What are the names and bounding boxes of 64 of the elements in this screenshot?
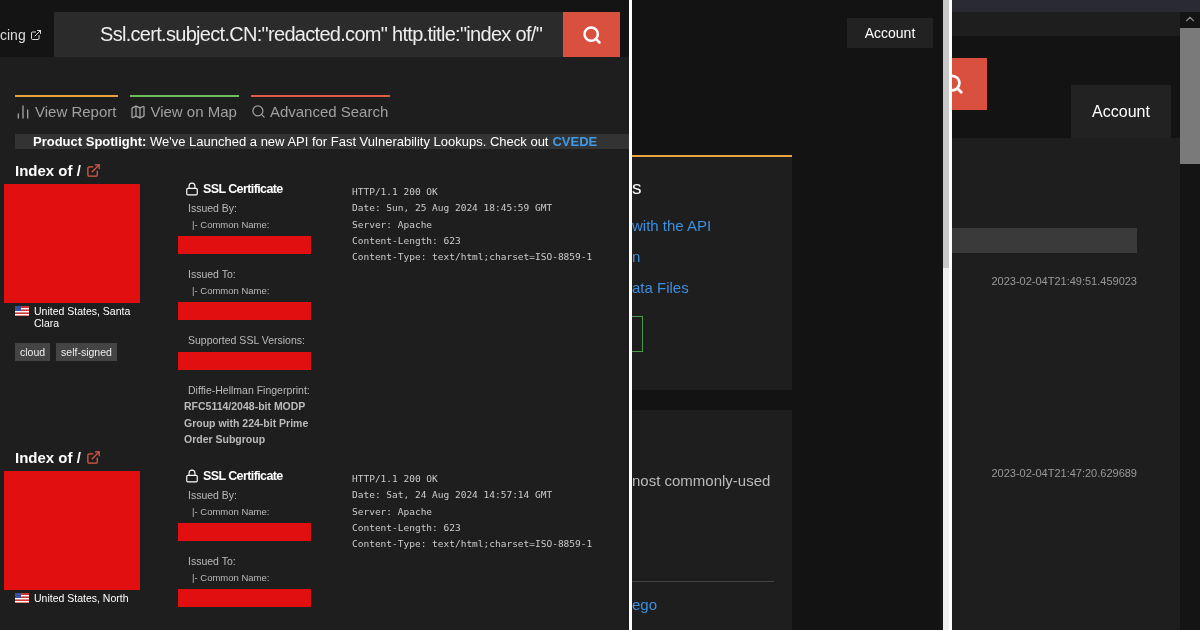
- header-line: Content-Length: 623: [352, 520, 462, 535]
- field-label: Issued To:: [188, 555, 237, 568]
- card-link[interactable]: n: [632, 248, 792, 265]
- card-heading: s: [632, 177, 643, 199]
- account-button[interactable]: Account: [847, 18, 933, 48]
- header-line: Server: Apache: [352, 504, 434, 519]
- flag-icon: [15, 593, 29, 604]
- section-heading: SSL Certificate: [203, 182, 283, 197]
- scroll-thumb[interactable]: [1180, 28, 1200, 164]
- field-label: Issued By:: [188, 202, 239, 215]
- field-label: Issued By:: [188, 489, 239, 502]
- tab[interactable]: View on Map: [130, 95, 239, 120]
- section-heading: SSL Certificate: [203, 469, 283, 484]
- location-text: United States, Santa Clara: [34, 305, 132, 330]
- search-icon: [250, 104, 266, 119]
- nav-link[interactable]: cing: [0, 12, 54, 57]
- search-field[interactable]: Ssl.cert.subject.CN:"redacted.com" http.title:"index of/": [54, 12, 563, 57]
- card-link[interactable]: with the API: [632, 217, 792, 234]
- search-button[interactable]: [563, 12, 620, 57]
- scrollbar[interactable]: [1180, 12, 1200, 630]
- field-label: |- Common Name:: [192, 285, 271, 297]
- header-line: Server: Apache: [352, 217, 434, 232]
- location-text: United States, North: [34, 592, 129, 605]
- card-text: nost commonly-used: [632, 472, 772, 489]
- field-value: RFC5114/2048-bit MODP Group with 224-bit Prime Order Subgroup: [184, 399, 310, 448]
- header-line: HTTP/1.1 200 OK: [352, 472, 439, 487]
- field-label: |- Common Name:: [192, 572, 271, 584]
- lock-icon: [185, 182, 199, 197]
- tag[interactable]: self-signed: [56, 343, 117, 362]
- field-label: |- Common Name:: [192, 219, 271, 231]
- timestamp: 2023-02-04T21:49:51.459023: [990, 275, 1137, 287]
- scroll-thumb[interactable]: [943, 0, 949, 268]
- external-link-icon: [29, 28, 42, 41]
- map-icon: [130, 103, 147, 120]
- chart-icon: [15, 103, 31, 120]
- search-button[interactable]: [952, 58, 987, 110]
- outline-button[interactable]: [632, 316, 643, 352]
- field-label: Issued To:: [188, 268, 237, 281]
- field-label: Supported SSL Versions:: [188, 334, 306, 347]
- header-line: Content-Type: text/html;charset=ISO-8859-1: [352, 250, 594, 264]
- field-label: Diffie-Hellman Fingerprint:: [188, 384, 311, 397]
- header-line: HTTP/1.1 200 OK: [352, 185, 439, 200]
- banner-text: Product Spotlight: We've Launched a new API for Fast Vulnerability Lookups. Check out: [33, 134, 549, 150]
- card-link[interactable]: ata Files: [632, 279, 792, 296]
- card-link[interactable]: ego: [632, 596, 792, 613]
- header-line: Content-Type: text/html;charset=ISO-8859-1: [352, 537, 594, 551]
- result-title: Index of /: [15, 162, 81, 180]
- header-line: Date: Sun, 25 Aug 2024 18:45:59 GMT: [352, 201, 554, 216]
- lock-icon: [185, 469, 199, 484]
- search-icon: [581, 24, 602, 45]
- header-line: Content-Length: 623: [352, 233, 462, 248]
- banner-link[interactable]: CVEDE: [552, 134, 598, 150]
- external-link-icon[interactable]: [85, 163, 101, 179]
- flag-icon: [15, 306, 29, 317]
- header-line: Date: Sat, 24 Aug 2024 14:57:14 GMT: [352, 488, 554, 503]
- result-title: Index of /: [15, 449, 81, 467]
- scrollbar[interactable]: [943, 0, 949, 630]
- external-link-icon[interactable]: [85, 450, 101, 466]
- account-button[interactable]: Account: [1071, 85, 1171, 138]
- field-label: |- Common Name:: [192, 506, 271, 518]
- timestamp: 2023-02-04T21:47:20.629689: [990, 467, 1137, 479]
- tab[interactable]: View Report: [15, 95, 119, 120]
- tag[interactable]: cloud: [15, 343, 51, 362]
- tab[interactable]: Advanced Search: [250, 95, 391, 120]
